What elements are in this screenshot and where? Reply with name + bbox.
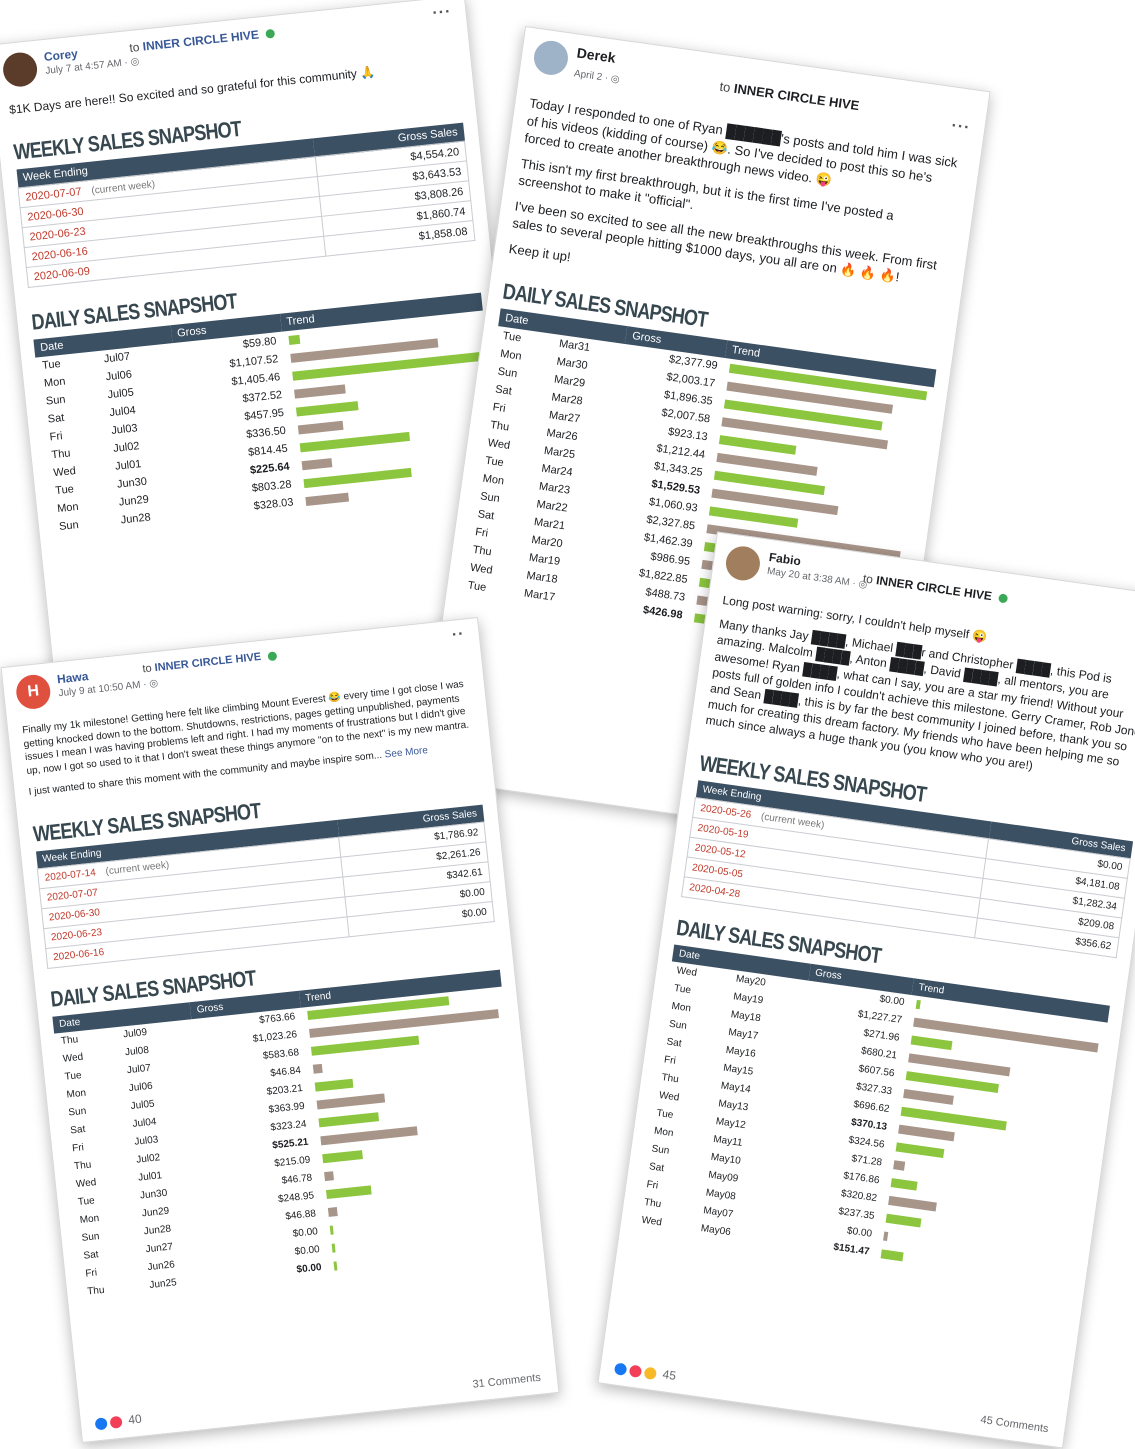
trend-bar <box>903 1088 955 1105</box>
see-more-link[interactable]: See More <box>384 745 428 760</box>
group-name[interactable]: INNER CIRCLE HIVE <box>154 651 262 674</box>
avatar[interactable] <box>723 544 763 583</box>
like-reaction-icon <box>613 1362 628 1376</box>
trend-bar <box>885 1213 922 1228</box>
trend-bar <box>895 1142 945 1159</box>
shield-icon <box>998 593 1009 604</box>
author-name[interactable]: Hawa <box>56 669 89 686</box>
reaction-count[interactable]: 40 <box>128 1412 143 1427</box>
love-reaction-icon <box>628 1364 643 1378</box>
reaction-count[interactable]: 45 <box>662 1367 677 1383</box>
avatar[interactable] <box>531 38 571 78</box>
author-name[interactable]: Fabio <box>768 550 802 568</box>
trend-bar <box>888 1195 938 1212</box>
group-link[interactable]: to INNER CIRCLE HIVE <box>862 571 1009 605</box>
author-name[interactable]: Corey <box>43 47 78 64</box>
post-time[interactable]: May 20 at 3:38 AM · ◎ <box>766 566 868 591</box>
post-time[interactable]: April 2 · ◎ <box>573 68 620 85</box>
daily-table: Date Gross Trend Wed May20 $0.00 Tue May19 $1… <box>634 944 1111 1289</box>
to-label: to <box>141 662 153 676</box>
group-link[interactable]: to INNER CIRCLE HIVE <box>142 649 278 675</box>
trend-bar <box>915 999 921 1010</box>
trend-bar <box>883 1231 889 1241</box>
trend-bar <box>323 1171 335 1182</box>
trend-bar <box>329 1225 334 1235</box>
to-label: to <box>718 78 732 96</box>
author-name[interactable]: Derek <box>576 45 617 66</box>
like-reaction-icon <box>94 1417 108 1431</box>
trend-bar <box>295 400 359 417</box>
avatar[interactable]: H <box>14 673 52 711</box>
trend-bar <box>893 1160 906 1171</box>
trend-bar <box>301 457 333 470</box>
post-hawa: H Hawa to INNER CIRCLE HIVE July 9 at 10… <box>0 617 560 1443</box>
trend-bar <box>890 1178 918 1191</box>
shield-icon <box>265 29 276 39</box>
trend-bar <box>312 1063 323 1074</box>
current-week-label: (current week) <box>105 859 170 877</box>
avatar[interactable] <box>1 50 39 89</box>
trend-bar <box>333 1261 338 1271</box>
trend-bar <box>304 492 350 506</box>
trend-bar <box>321 1150 363 1164</box>
comments-link[interactable]: 45 Comments <box>980 1414 1049 1435</box>
group-name[interactable]: INNER CIRCLE HIVE <box>733 81 860 113</box>
trend-bar <box>910 1035 953 1051</box>
trend-bar <box>331 1243 336 1253</box>
daily-table: Date Gross Trend Thu Jul09 $763.66 Wed Jul08… <box>52 969 530 1301</box>
reactions[interactable]: 45 <box>613 1360 677 1383</box>
daily-table: Date Gross Trend Tue Jul07 $59.80 Mon Jul06 $… <box>33 292 501 537</box>
shield-icon <box>267 650 278 661</box>
more-options-icon[interactable]: ··· <box>432 3 453 23</box>
trend-bar <box>287 334 301 345</box>
trend-bar <box>317 1112 380 1128</box>
trend-bar <box>297 420 344 435</box>
group-name[interactable]: INNER CIRCLE HIVE <box>142 27 260 53</box>
reactions[interactable]: 40 <box>94 1412 142 1431</box>
trend-bar <box>314 1078 354 1092</box>
trend-bar <box>880 1249 904 1262</box>
haha-reaction-icon <box>643 1366 658 1380</box>
group-name[interactable]: INNER CIRCLE HIVE <box>875 573 993 603</box>
more-options-icon[interactable]: ··· <box>950 117 971 137</box>
trend-bar <box>327 1207 338 1217</box>
group-link[interactable]: to INNER CIRCLE HIVE <box>719 79 861 113</box>
trend-bar <box>325 1185 372 1200</box>
to-label: to <box>128 40 141 55</box>
love-reaction-icon <box>109 1415 123 1429</box>
trend-bar <box>293 384 346 399</box>
more-options-icon[interactable]: ·· <box>451 626 465 645</box>
comments-link[interactable]: 31 Comments <box>472 1372 541 1391</box>
group-link[interactable]: to INNER CIRCLE HIVE <box>129 26 276 55</box>
